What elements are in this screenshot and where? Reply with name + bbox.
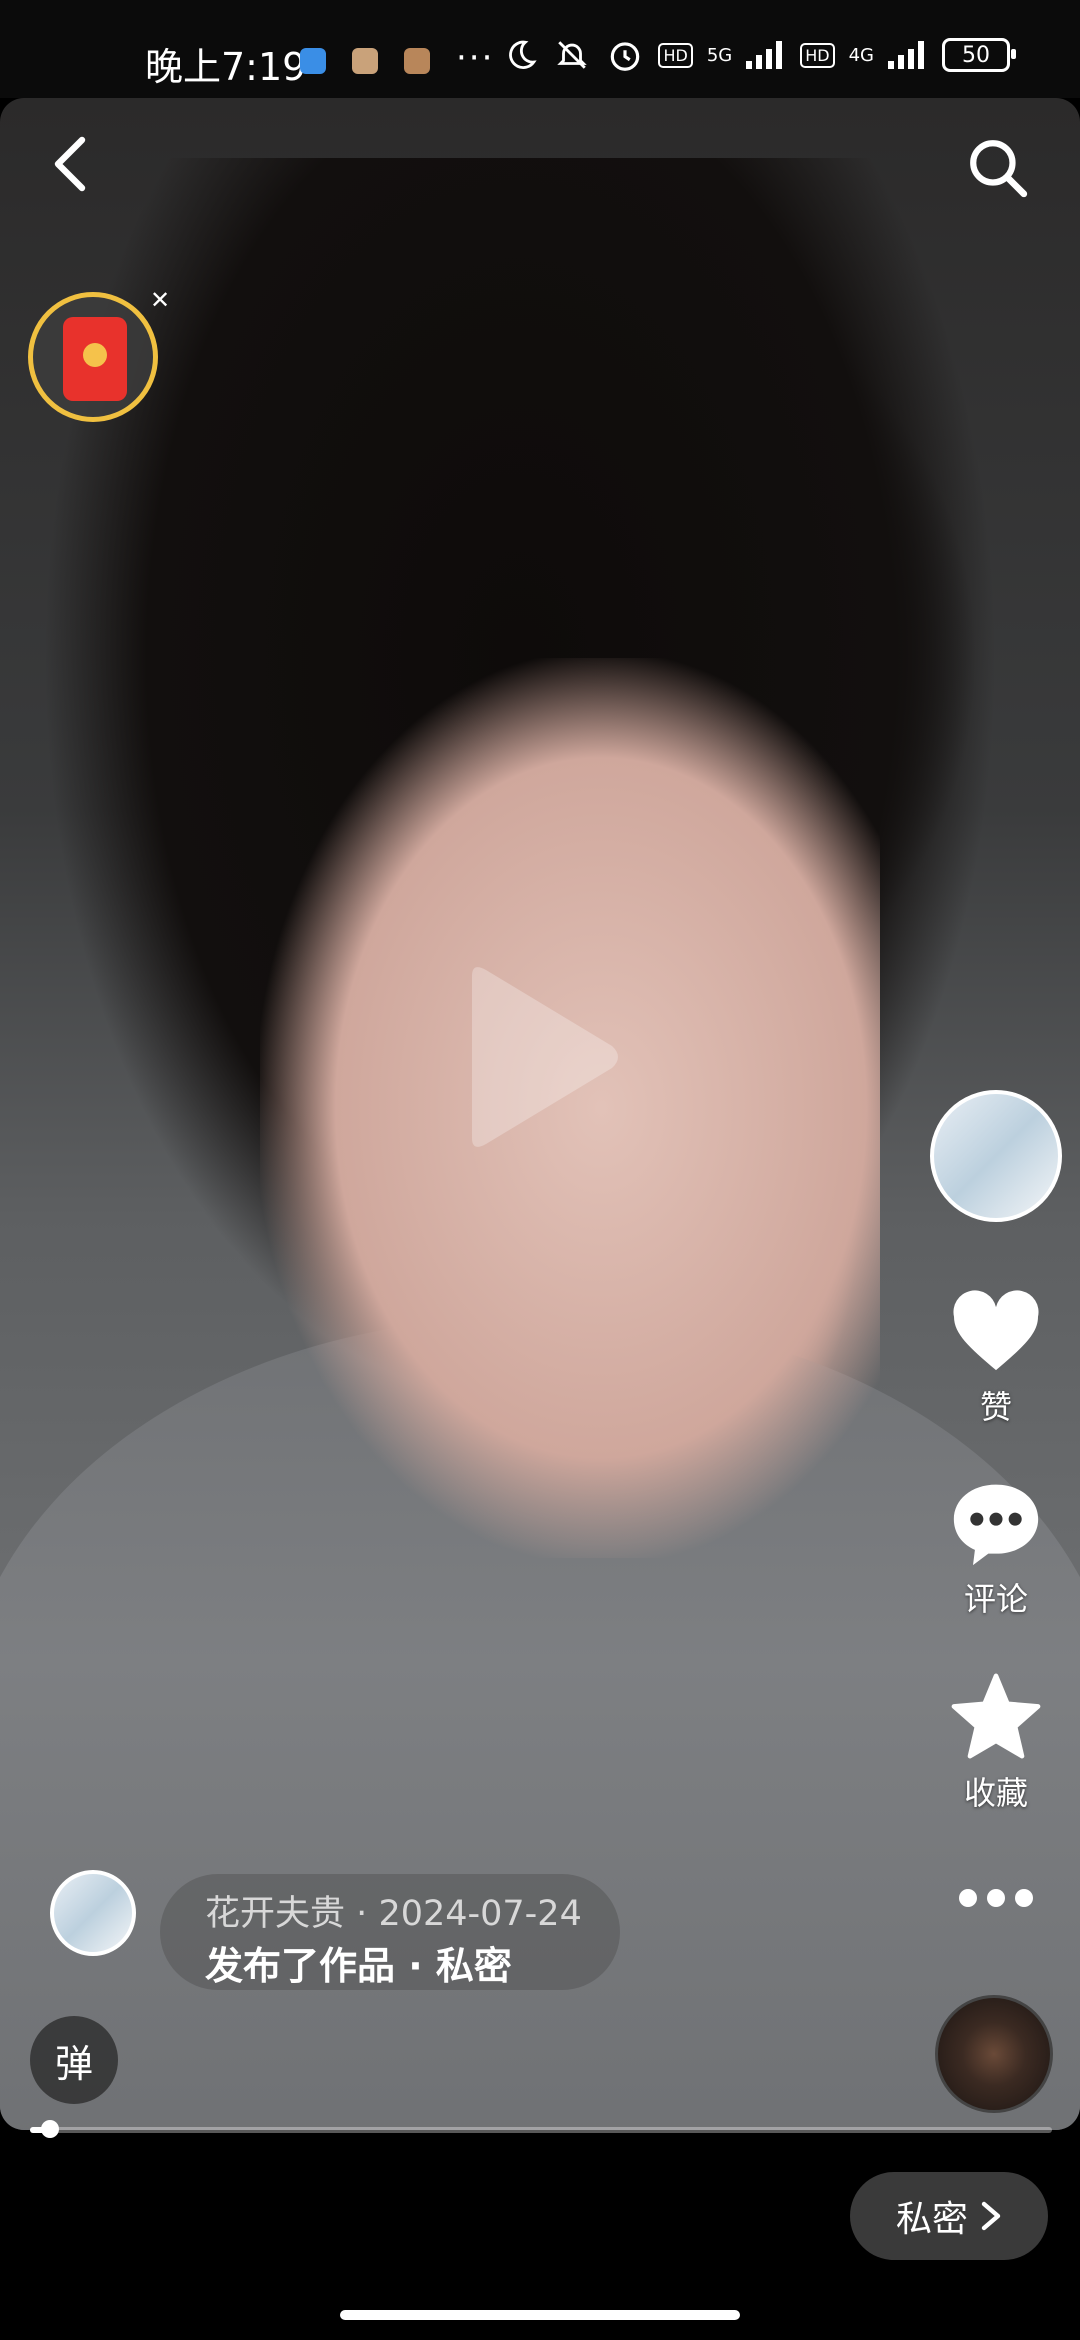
post-status: 发布了作品 · 私密 — [205, 1935, 512, 1990]
author-avatar[interactable] — [50, 1870, 136, 1956]
comment-label: 评论 — [963, 1580, 1028, 1618]
app-notification-icon — [352, 48, 378, 74]
battery-level: 50 — [962, 42, 990, 68]
like-label: 赞 — [979, 1388, 1012, 1426]
search-icon[interactable] — [966, 136, 1028, 198]
favorite-button[interactable]: 收藏 — [930, 1672, 1062, 1814]
private-visibility-button[interactable]: 私密 — [850, 2172, 1048, 2260]
music-disc-icon[interactable] — [935, 1995, 1053, 2113]
mute-bell-icon — [557, 41, 588, 69]
system-indicators: HD 5G HD 4G 50 — [504, 36, 1016, 74]
more-options-icon[interactable] — [956, 1886, 1036, 1910]
status-time: 晚上7:19 — [145, 45, 307, 89]
like-button[interactable]: 赞 — [930, 1290, 1062, 1428]
post-date: 2024-07-24 — [378, 1894, 582, 1934]
hd-icon: HD — [800, 42, 835, 68]
app-notification-icon — [404, 48, 430, 74]
back-arrow-icon[interactable] — [50, 136, 90, 192]
battery-icon: 50 — [942, 38, 1016, 72]
author-name: 花开夫贵 — [205, 1894, 346, 1934]
comment-button[interactable]: 评论 — [930, 1480, 1062, 1620]
progress-knob[interactable] — [41, 2120, 60, 2138]
private-button-label: 私密 — [895, 2199, 968, 2240]
post-action: 发布了作品 — [205, 1944, 396, 1988]
notification-icons — [300, 48, 430, 74]
creator-avatar[interactable] — [930, 1090, 1062, 1222]
star-icon — [951, 1673, 1041, 1759]
separator: · — [408, 1944, 423, 1988]
red-envelope-icon — [63, 317, 127, 401]
signal-icon — [746, 41, 783, 69]
comment-bubble-icon — [953, 1484, 1039, 1566]
post-visibility: 私密 — [435, 1944, 512, 1988]
alarm-icon — [611, 42, 640, 71]
network-5g-label: 5G — [706, 44, 733, 66]
separator: · — [356, 1894, 368, 1934]
app-notification-icon — [300, 48, 326, 74]
hd-icon: HD — [658, 42, 693, 68]
home-indicator[interactable] — [340, 2310, 740, 2320]
favorite-label: 收藏 — [963, 1774, 1028, 1812]
coin-icon — [83, 343, 107, 367]
more-notifications-icon: ··· — [456, 38, 495, 78]
do-not-disturb-moon-icon — [509, 40, 538, 69]
chevron-right-icon — [981, 2201, 1001, 2231]
network-4g-label: 4G — [848, 44, 874, 66]
progress-track[interactable] — [30, 2127, 1052, 2133]
play-icon[interactable] — [462, 962, 622, 1152]
close-icon[interactable]: ✕ — [150, 286, 170, 314]
status-bar: 晚上7:19 ··· HD 5G HD 4G 50 — [0, 0, 1080, 98]
heart-icon — [953, 1290, 1039, 1371]
danmu-label: 弹 — [54, 2041, 93, 2086]
author-and-date: 花开夫贵 · 2024-07-24 — [205, 1885, 582, 1936]
red-packet-widget[interactable] — [28, 292, 158, 422]
danmu-toggle-button[interactable]: 弹 — [30, 2016, 118, 2104]
signal-icon — [888, 41, 924, 69]
